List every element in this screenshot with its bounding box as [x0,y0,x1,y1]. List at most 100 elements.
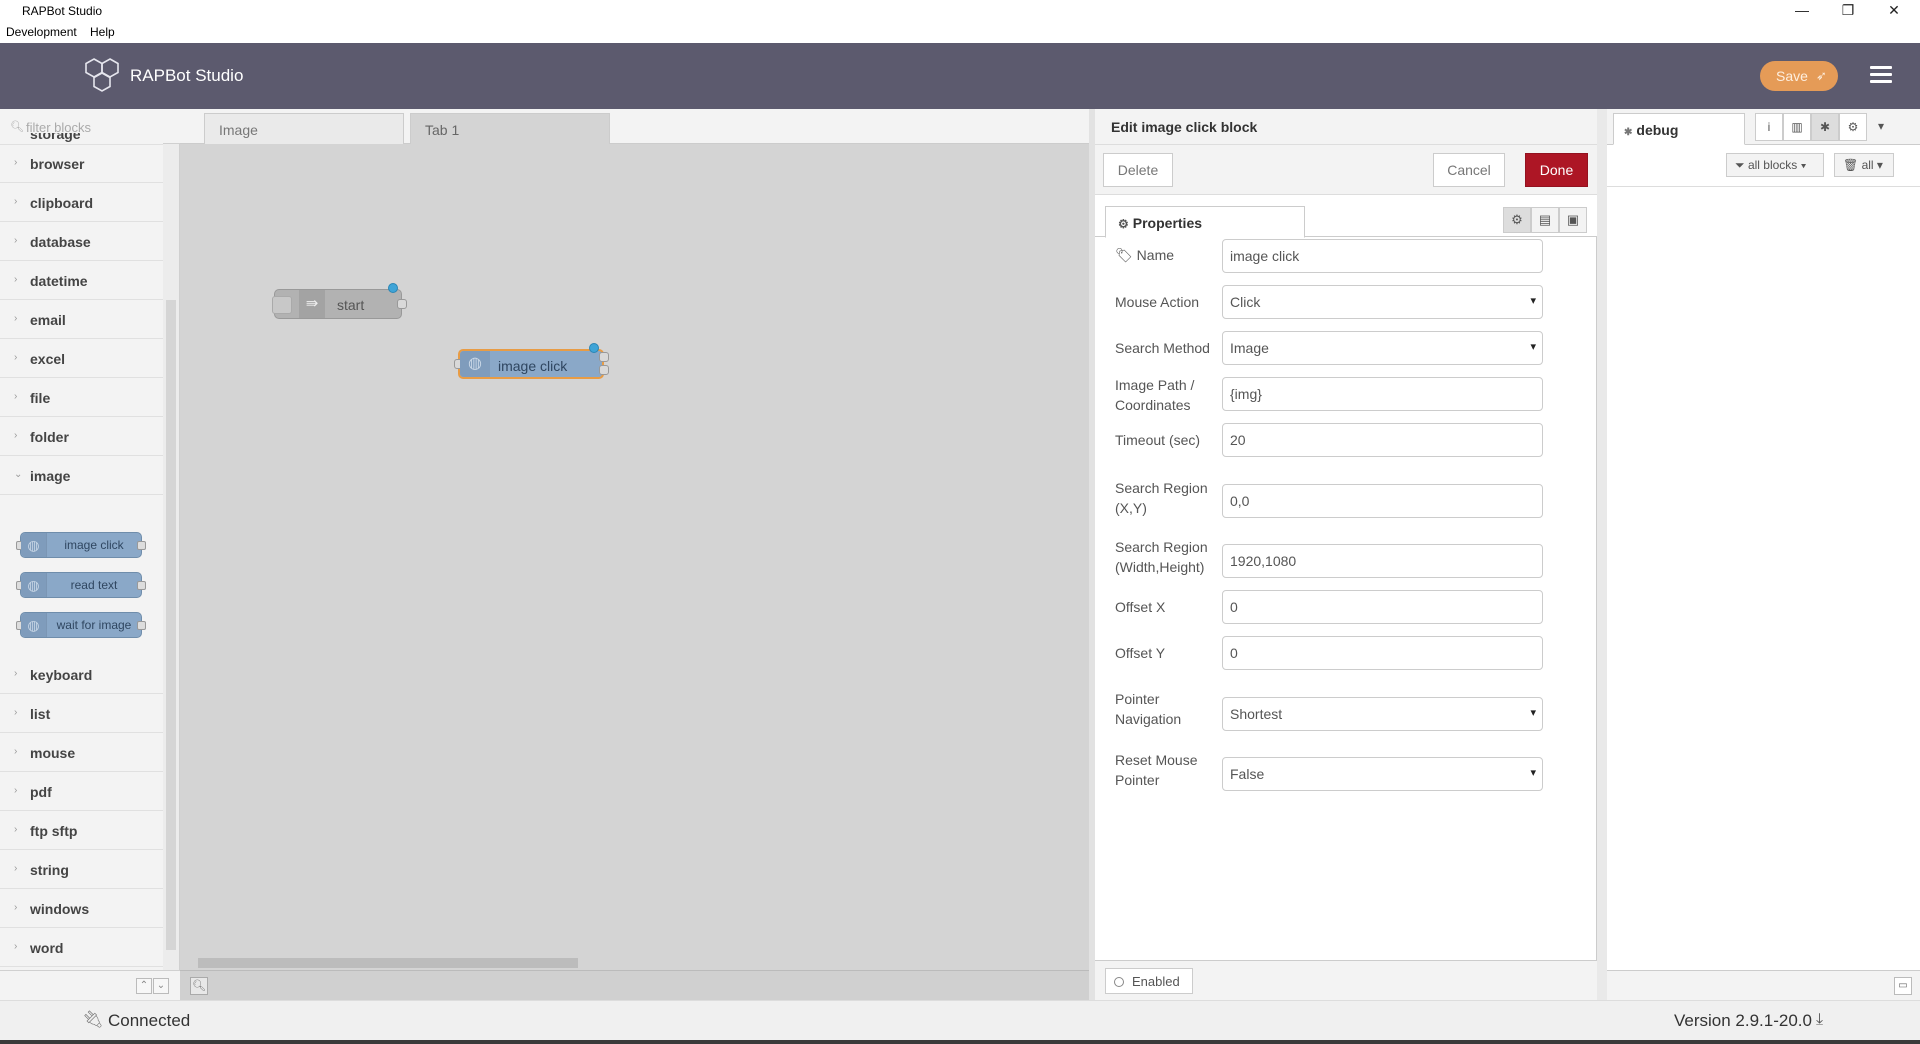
category-ftp-sftp[interactable]: › ftp sftp [0,812,163,850]
category-label: email [30,312,66,328]
label-line: Image Path / [1115,377,1195,393]
offset-x-field[interactable]: 0 [1222,590,1543,624]
expand-all-icon[interactable]: ⌄ [153,978,169,994]
arrow-right-icon: ⇛ [299,290,325,318]
enabled-toggle[interactable]: Enabled [1105,968,1193,994]
chevron-right-icon: › [14,274,18,285]
tab-tab-1[interactable]: Tab 1 [410,113,610,145]
appearance-icon[interactable]: ▣ [1559,207,1587,233]
sidebar-footer: ▭ [1607,970,1920,1000]
reset-mouse-select[interactable]: False ▾ [1222,757,1543,791]
tray-title: Edit image click block [1111,119,1258,135]
category-folder[interactable]: › folder [0,418,163,456]
label-line: Reset Mouse [1115,752,1198,768]
category-label: mouse [30,745,76,761]
label-line: Search Region [1115,480,1208,496]
inject-button[interactable] [272,296,292,314]
palette-block-read-text[interactable]: ◍ read text [16,572,146,598]
collapse-all-icon[interactable]: ⌃ [136,978,152,994]
category-datetime[interactable]: › datetime [0,262,163,300]
output-port[interactable] [397,299,407,309]
timeout-field[interactable]: 20 [1222,423,1543,457]
close-window-button[interactable]: ✕ [1872,0,1916,22]
minimize-button[interactable]: — [1780,0,1824,22]
tab-properties[interactable]: ⚙ Properties [1105,206,1305,238]
category-label: image [30,468,71,484]
info-icon[interactable]: i [1755,113,1783,141]
category-label: clipboard [30,195,94,211]
name-field[interactable]: image click [1222,239,1543,273]
category-excel[interactable]: › excel [0,340,163,378]
palette-block-wait-for-image[interactable]: ◍ wait for image [16,612,146,638]
search-region-xy-label: Search Region (X,Y) [1115,478,1223,518]
hamburger-menu-icon[interactable] [1870,66,1892,84]
search-method-select[interactable]: Image ▾ [1222,331,1543,365]
monitor-icon[interactable]: ▭ [1894,977,1912,995]
workspace: Image Tab 1 ⇛ start ◍ image click 🔍︎ [180,109,1089,1000]
canvas-horizontal-scrollbar[interactable] [180,954,1089,970]
image-path-label: Image Path / Coordinates [1115,375,1223,415]
gear-icon[interactable]: ⚙ [1839,113,1867,141]
download-icon[interactable]: ⤓ [1816,1011,1823,1029]
changed-indicator [589,343,599,353]
offset-y-field[interactable]: 0 [1222,636,1543,670]
category-windows[interactable]: › windows [0,890,163,928]
restore-button[interactable]: ❐ [1826,0,1870,22]
menu-development[interactable]: Development [6,25,77,39]
category-clipboard[interactable]: › clipboard [0,184,163,222]
category-pdf[interactable]: › pdf [0,773,163,811]
window-title: RAPBot Studio [22,4,103,18]
timeout-label: Timeout (sec) [1115,432,1201,448]
category-file[interactable]: › file [0,379,163,417]
image-path-field[interactable]: {img} [1222,377,1543,411]
description-icon[interactable]: ▤ [1531,207,1559,233]
category-label: excel [30,351,66,367]
output-port-2[interactable] [599,365,609,375]
delete-button[interactable]: Delete [1103,153,1173,187]
mouse-action-select[interactable]: Click ▾ [1222,285,1543,319]
book-icon[interactable]: ▥ [1783,113,1811,141]
edit-tray: Edit image click block Delete Cancel Don… [1089,109,1597,1000]
globe-icon: ◍ [460,351,490,377]
reset-mouse-label: Reset Mouse Pointer [1115,750,1223,790]
clear-dropdown[interactable]: 🗑︎ all ▾ [1834,153,1894,177]
category-string[interactable]: › string [0,851,163,889]
output-port-1[interactable] [599,352,609,362]
category-email[interactable]: › email [0,301,163,339]
palette-block-image-click[interactable]: ◍ image click [16,532,146,558]
category-storage[interactable]: storage [0,133,163,145]
bug-icon[interactable]: ✱ [1811,113,1839,141]
search-region-wh-field[interactable]: 1920,1080 [1222,544,1543,578]
category-database[interactable]: › database [0,223,163,261]
label-line: Navigation [1115,711,1182,727]
block-label: wait for image [56,618,132,632]
flow-canvas[interactable]: ⇛ start ◍ image click [180,144,1089,964]
category-label: database [30,234,91,250]
category-word[interactable]: › word [0,929,163,967]
category-label: datetime [30,273,88,289]
gear-icon[interactable]: ⚙ [1503,207,1531,233]
category-mouse[interactable]: › mouse [0,734,163,772]
radio-icon [1114,977,1124,987]
brand-name: RAPBot Studio [130,66,244,85]
flow-node-image-click[interactable]: ◍ image click [454,343,609,379]
category-keyboard[interactable]: › keyboard [0,656,163,694]
tab-image[interactable]: Image [204,113,404,144]
tab-debug[interactable]: ✱ debug [1613,113,1745,145]
chevron-down-icon[interactable]: ▾ [1867,113,1895,141]
save-button[interactable]: Save ➶ [1760,61,1838,91]
category-list[interactable]: › list [0,695,163,733]
done-button[interactable]: Done [1525,153,1588,187]
search-icon[interactable]: 🔍︎ [190,977,208,995]
flow-node-start[interactable]: ⇛ start [272,283,407,319]
search-region-xy-field[interactable]: 0,0 [1222,484,1543,518]
pointer-navigation-select[interactable]: Shortest ▾ [1222,697,1543,731]
category-image[interactable]: ⌄ image [0,457,163,495]
filter-blocks-dropdown[interactable]: ⏷ all blocks ▾ [1726,153,1824,177]
tray-toolbar: Delete Cancel Done [1095,145,1597,195]
palette-scrollbar[interactable] [163,144,179,970]
menu-help[interactable]: Help [90,25,115,39]
chevron-right-icon: › [14,824,18,835]
category-browser[interactable]: › browser [0,145,163,183]
cancel-button[interactable]: Cancel [1433,153,1505,187]
